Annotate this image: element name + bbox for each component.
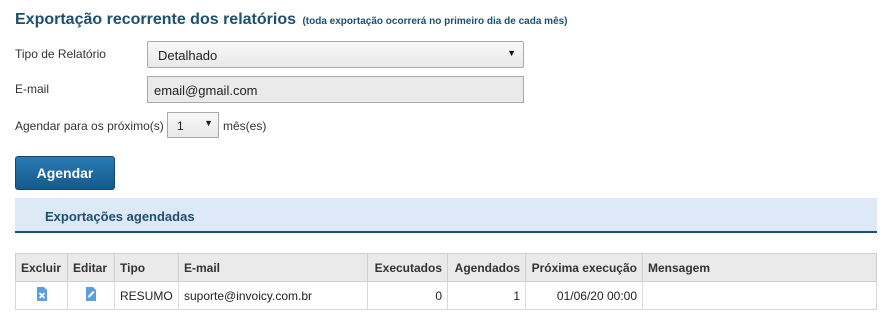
col-header-proxima-execucao: Próxima execução xyxy=(525,253,643,282)
delete-doc-icon[interactable] xyxy=(36,287,48,304)
col-header-email: E-mail xyxy=(178,253,368,282)
page-header: Exportação recorrente dos relatórios (to… xyxy=(15,11,568,29)
chevron-down-icon: ▼ xyxy=(204,118,213,128)
agendados-cell: 1 xyxy=(447,281,526,310)
page-title: Exportação recorrente dos relatórios xyxy=(15,11,296,28)
schedule-button[interactable]: Agendar xyxy=(15,156,115,190)
table-row: RESUMO suporte@invoicy.com.br 0 1 01/06/… xyxy=(15,281,877,310)
mensagem-cell xyxy=(642,281,877,310)
email-cell: suporte@invoicy.com.br xyxy=(178,281,368,310)
scheduled-exports-table: Excluir Editar Tipo E-mail Executados Ag… xyxy=(15,253,877,310)
col-header-executados: Executados xyxy=(367,253,448,282)
months-suffix: mês(es) xyxy=(223,119,267,133)
page-subtitle: (toda exportação ocorrerá no primeiro di… xyxy=(302,16,568,27)
report-type-label: Tipo de Relatório xyxy=(15,47,106,61)
email-label: E-mail xyxy=(15,82,50,96)
email-value: email@gmail.com xyxy=(154,83,258,98)
col-header-mensagem: Mensagem xyxy=(642,253,877,282)
proxima-execucao-cell: 01/06/20 00:00 xyxy=(525,281,643,310)
col-header-editar: Editar xyxy=(67,253,115,282)
months-select[interactable]: 1 ▼ xyxy=(167,112,219,138)
col-header-agendados: Agendados xyxy=(447,253,526,282)
report-type-select[interactable]: Detalhado ▼ xyxy=(147,41,524,68)
col-header-tipo: Tipo xyxy=(114,253,179,282)
col-header-excluir: Excluir xyxy=(15,253,68,282)
delete-cell xyxy=(15,281,68,310)
scheduled-exports-header: Exportações agendadas xyxy=(15,198,877,233)
months-value: 1 xyxy=(177,119,184,133)
chevron-down-icon: ▼ xyxy=(507,48,516,58)
edit-doc-icon[interactable] xyxy=(85,287,97,304)
edit-cell xyxy=(67,281,115,310)
email-field[interactable]: email@gmail.com xyxy=(147,76,524,103)
table-header-row: Excluir Editar Tipo E-mail Executados Ag… xyxy=(15,253,877,282)
tipo-cell: RESUMO xyxy=(114,281,179,310)
report-type-value: Detalhado xyxy=(158,48,218,63)
schedule-label: Agendar para os próximo(s) xyxy=(15,119,164,133)
section-title: Exportações agendadas xyxy=(45,209,195,224)
executados-cell: 0 xyxy=(367,281,448,310)
